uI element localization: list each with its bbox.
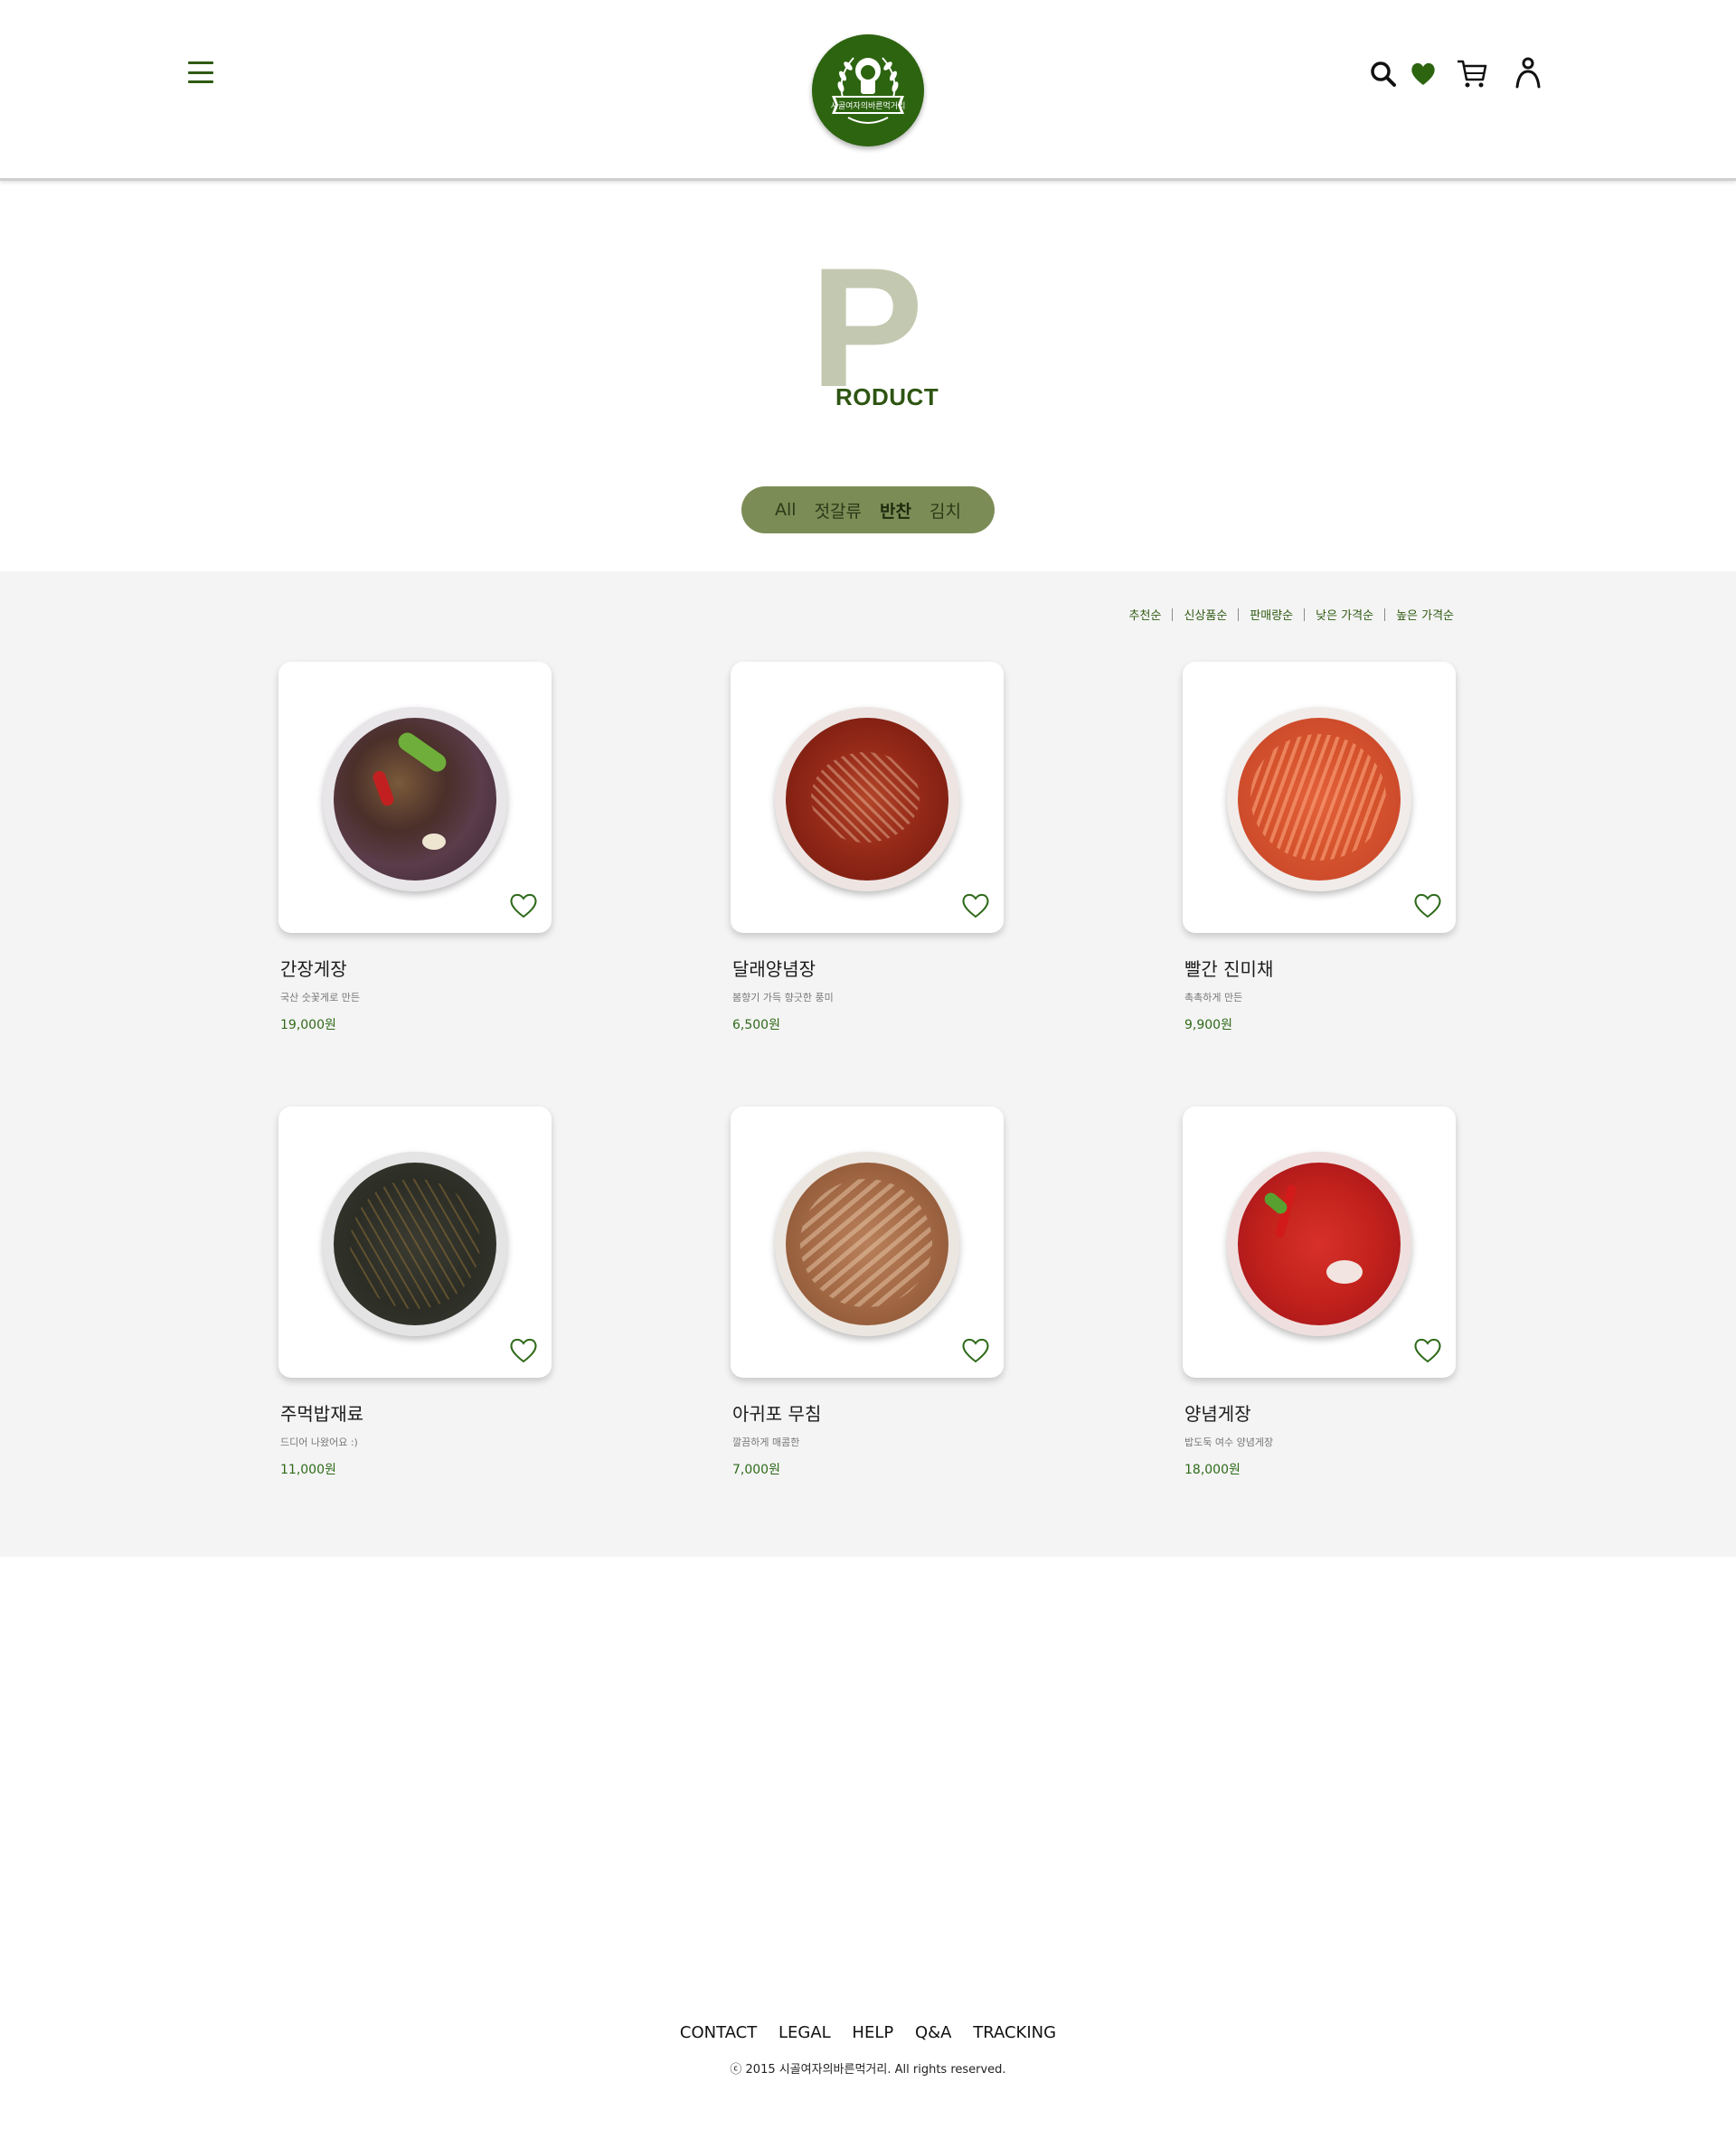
- wild-chive-sauce-image: [775, 707, 959, 891]
- wishlist-heart-icon[interactable]: [960, 891, 991, 920]
- sort-bestselling[interactable]: 판매량순: [1250, 606, 1293, 623]
- rice-ball-seasoning-image: [323, 1152, 507, 1336]
- wishlist-heart-icon[interactable]: [508, 1336, 539, 1365]
- product-card[interactable]: 아귀포 무침 깔끔하게 매콤한 7,000원: [731, 1107, 1004, 1478]
- product-image-frame[interactable]: [278, 1107, 552, 1378]
- product-name[interactable]: 주먹밥재료: [280, 1399, 552, 1426]
- product-name[interactable]: 간장게장: [280, 955, 552, 981]
- product-price: 11,000원: [280, 1463, 336, 1477]
- seasoned-monkfish-image: [775, 1152, 959, 1336]
- site-header: 시골여자의바른먹거리: [0, 0, 1736, 181]
- logo[interactable]: 시골여자의바른먹거리: [812, 34, 924, 146]
- product-image-frame[interactable]: [1183, 1107, 1456, 1378]
- user-icon[interactable]: [1510, 56, 1546, 92]
- product-card[interactable]: 달래양념장 봄향기 가득 향긋한 풍미 6,500원: [731, 662, 1004, 1033]
- divider: [1172, 608, 1174, 621]
- product-name[interactable]: 빨간 진미채: [1184, 955, 1456, 981]
- footer-link-help[interactable]: HELP: [852, 2023, 893, 2042]
- product-image-frame[interactable]: [731, 1107, 1004, 1378]
- product-name[interactable]: 아귀포 무침: [732, 1399, 1004, 1426]
- product-desc: 드디어 나왔어요 :): [280, 1437, 358, 1448]
- product-card[interactable]: 주먹밥재료 드디어 나왔어요 :) 11,000원: [278, 1107, 552, 1478]
- soy-sauce-crab-image: [323, 707, 507, 891]
- filter-tab-banchan[interactable]: 반찬: [880, 498, 911, 523]
- filter-tab-jeotgal[interactable]: 젓갈류: [815, 498, 862, 523]
- product-card[interactable]: 빨간 진미채 촉촉하게 만든 9,900원: [1183, 662, 1456, 1033]
- category-filter: All 젓갈류 반찬 김치: [741, 486, 995, 533]
- wishlist-heart-icon[interactable]: [508, 891, 539, 920]
- sort-price-high[interactable]: 높은 가격순: [1396, 606, 1454, 623]
- product-card[interactable]: 간장게장 국산 숫꽃게로 만든 19,000원: [278, 662, 552, 1033]
- copyright: ⓒ 2015 시골여자의바른먹거리. All rights reserved.: [730, 2063, 1006, 2077]
- sort-bar: 추천순 신상품순 판매량순 낮은 가격순 높은 가격순: [1129, 606, 1454, 623]
- product-price: 7,000원: [732, 1463, 780, 1477]
- footer-link-legal[interactable]: LEGAL: [778, 2023, 831, 2042]
- logo-emblem: 시골여자의바른먹거리: [814, 36, 922, 145]
- wishlist-heart-icon[interactable]: [960, 1336, 991, 1365]
- product-image-frame[interactable]: [1183, 662, 1456, 933]
- page-title-rest: RODUCT: [835, 383, 939, 410]
- product-price: 18,000원: [1184, 1463, 1241, 1477]
- spicy-squid-strips-image: [1227, 707, 1411, 891]
- product-name[interactable]: 양념게장: [1184, 1399, 1456, 1426]
- spicy-marinated-crab-image: [1227, 1152, 1411, 1336]
- divider: [1384, 608, 1386, 621]
- product-desc: 깔끔하게 매콤한: [732, 1437, 800, 1448]
- product-price: 9,900원: [1184, 1018, 1232, 1032]
- product-image-frame[interactable]: [278, 662, 552, 933]
- menu-icon[interactable]: [188, 61, 213, 83]
- product-image-frame[interactable]: [731, 662, 1004, 933]
- cart-icon[interactable]: [1456, 58, 1492, 94]
- product-price: 19,000원: [280, 1018, 336, 1032]
- footer-link-qna[interactable]: Q&A: [915, 2023, 952, 2042]
- logo-text: 시골여자의바른먹거리: [831, 100, 906, 111]
- product-name[interactable]: 달래양념장: [732, 955, 1004, 981]
- wishlist-heart-icon[interactable]: [1412, 1336, 1443, 1365]
- filter-tab-all[interactable]: All: [775, 500, 797, 520]
- footer-link-contact[interactable]: CONTACT: [680, 2023, 757, 2042]
- product-desc: 봄향기 가득 향긋한 풍미: [732, 992, 834, 1003]
- footer-link-tracking[interactable]: TRACKING: [973, 2023, 1056, 2042]
- footer-links: CONTACT LEGAL HELP Q&A TRACKING: [0, 2023, 1736, 2042]
- divider: [1304, 608, 1306, 621]
- page-title: P RODUCT: [796, 242, 976, 416]
- product-card[interactable]: 양념게장 밥도둑 여수 양념게장 18,000원: [1183, 1107, 1456, 1478]
- product-desc: 촉촉하게 만든: [1184, 992, 1243, 1003]
- products-section: 추천순 신상품순 판매량순 낮은 가격순 높은 가격순 간장게장 국산 숫꽃게로…: [0, 571, 1736, 1557]
- heart-icon[interactable]: [1409, 58, 1445, 94]
- sort-price-low[interactable]: 낮은 가격순: [1316, 606, 1373, 623]
- sort-newest[interactable]: 신상품순: [1184, 606, 1227, 623]
- filter-tab-kimchi[interactable]: 김치: [929, 498, 961, 523]
- product-price: 6,500원: [732, 1018, 780, 1032]
- divider: [1238, 608, 1240, 621]
- product-desc: 국산 숫꽃게로 만든: [280, 992, 360, 1003]
- product-desc: 밥도둑 여수 양념게장: [1184, 1437, 1274, 1448]
- search-icon[interactable]: [1367, 58, 1403, 94]
- sort-recommended[interactable]: 추천순: [1129, 606, 1162, 623]
- wishlist-heart-icon[interactable]: [1412, 891, 1443, 920]
